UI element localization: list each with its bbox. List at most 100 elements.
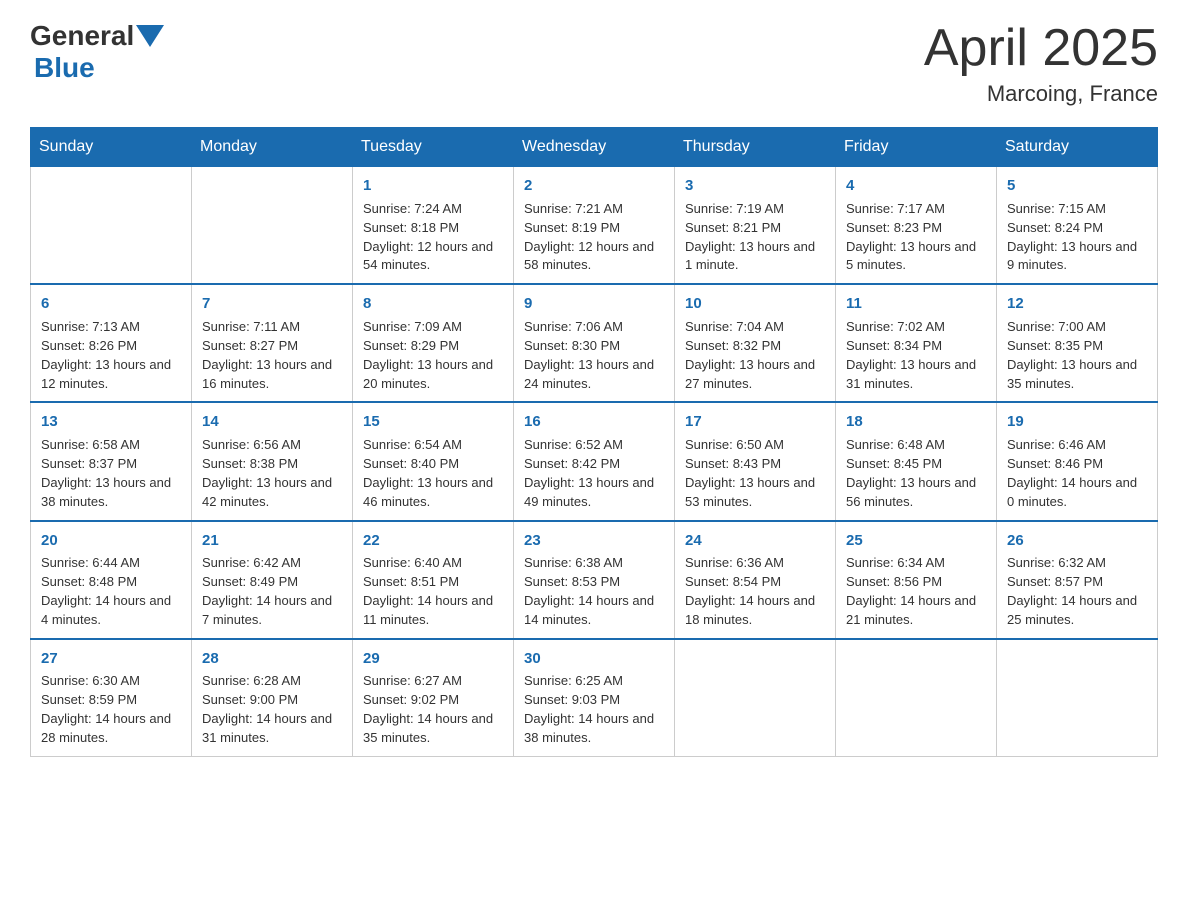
- calendar-cell-w2-d5: 10Sunrise: 7:04 AMSunset: 8:32 PMDayligh…: [675, 284, 836, 402]
- day-number: 15: [363, 411, 503, 433]
- day-info: Sunrise: 7:13 AMSunset: 8:26 PMDaylight:…: [41, 318, 181, 393]
- logo-triangle-icon: [136, 25, 164, 47]
- calendar-cell-w1-d1: [31, 167, 192, 285]
- calendar-cell-w4-d4: 23Sunrise: 6:38 AMSunset: 8:53 PMDayligh…: [514, 521, 675, 639]
- col-header-wednesday: Wednesday: [514, 128, 675, 167]
- col-header-monday: Monday: [192, 128, 353, 167]
- day-info: Sunrise: 6:34 AMSunset: 8:56 PMDaylight:…: [846, 554, 986, 629]
- day-number: 19: [1007, 411, 1147, 433]
- calendar-cell-w2-d6: 11 Sunrise: 7:02 AMSunset: 8:34 PMDayligh…: [836, 284, 997, 402]
- day-number: 9: [524, 293, 664, 315]
- day-info: Sunrise: 6:56 AMSunset: 8:38 PMDaylight:…: [202, 436, 342, 511]
- month-year-title: April 2025: [924, 20, 1158, 77]
- day-number: 30: [524, 648, 664, 670]
- logo-general-text: General: [30, 20, 134, 52]
- calendar-header-row: Sunday Monday Tuesday Wednesday Thursday…: [31, 128, 1158, 167]
- day-info: Sunrise: 7:19 AMSunset: 8:21 PMDaylight:…: [685, 200, 825, 275]
- calendar-cell-w3-d2: 14 Sunrise: 6:56 AMSunset: 8:38 PMDayligh…: [192, 402, 353, 520]
- calendar-cell-w5-d1: 27Sunrise: 6:30 AMSunset: 8:59 PMDayligh…: [31, 639, 192, 757]
- day-info: Sunrise: 7:09 AMSunset: 8:29 PMDaylight:…: [363, 318, 503, 393]
- calendar-cell-w3-d7: 19 Sunrise: 6:46 AMSunset: 8:46 PMDayligh…: [997, 402, 1158, 520]
- calendar-cell-w2-d3: 8 Sunrise: 7:09 AMSunset: 8:29 PMDaylight…: [353, 284, 514, 402]
- day-number: 23: [524, 530, 664, 552]
- day-number: 20: [41, 530, 181, 552]
- day-number: 11: [846, 293, 986, 315]
- day-number: 12: [1007, 293, 1147, 315]
- calendar-cell-w4-d7: 26Sunrise: 6:32 AMSunset: 8:57 PMDayligh…: [997, 521, 1158, 639]
- day-number: 8: [363, 293, 503, 315]
- calendar-cell-w4-d1: 20Sunrise: 6:44 AMSunset: 8:48 PMDayligh…: [31, 521, 192, 639]
- day-number: 1: [363, 175, 503, 197]
- day-number: 24: [685, 530, 825, 552]
- col-header-tuesday: Tuesday: [353, 128, 514, 167]
- calendar-cell-w1-d2: [192, 167, 353, 285]
- calendar-cell-w3-d1: 13 Sunrise: 6:58 AMSunset: 8:37 PMDayligh…: [31, 402, 192, 520]
- day-info: Sunrise: 7:06 AMSunset: 8:30 PMDaylight:…: [524, 318, 664, 393]
- day-info: Sunrise: 6:30 AMSunset: 8:59 PMDaylight:…: [41, 672, 181, 747]
- day-info: Sunrise: 6:46 AMSunset: 8:46 PMDaylight:…: [1007, 436, 1147, 511]
- logo: General Blue: [30, 20, 166, 84]
- day-info: Sunrise: 6:38 AMSunset: 8:53 PMDaylight:…: [524, 554, 664, 629]
- day-number: 28: [202, 648, 342, 670]
- calendar-cell-w1-d5: 3 Sunrise: 7:19 AMSunset: 8:21 PMDaylight…: [675, 167, 836, 285]
- col-header-thursday: Thursday: [675, 128, 836, 167]
- calendar-cell-w5-d7: [997, 639, 1158, 757]
- day-number: 6: [41, 293, 181, 315]
- day-number: 26: [1007, 530, 1147, 552]
- day-number: 29: [363, 648, 503, 670]
- day-info: Sunrise: 6:58 AMSunset: 8:37 PMDaylight:…: [41, 436, 181, 511]
- col-header-friday: Friday: [836, 128, 997, 167]
- day-info: Sunrise: 6:48 AMSunset: 8:45 PMDaylight:…: [846, 436, 986, 511]
- calendar-cell-w3-d6: 18 Sunrise: 6:48 AMSunset: 8:45 PMDayligh…: [836, 402, 997, 520]
- day-number: 14: [202, 411, 342, 433]
- calendar-cell-w3-d4: 16 Sunrise: 6:52 AMSunset: 8:42 PMDayligh…: [514, 402, 675, 520]
- day-info: Sunrise: 7:02 AMSunset: 8:34 PMDaylight:…: [846, 318, 986, 393]
- day-info: Sunrise: 7:17 AMSunset: 8:23 PMDaylight:…: [846, 200, 986, 275]
- calendar-cell-w4-d6: 25Sunrise: 6:34 AMSunset: 8:56 PMDayligh…: [836, 521, 997, 639]
- col-header-saturday: Saturday: [997, 128, 1158, 167]
- day-number: 22: [363, 530, 503, 552]
- calendar-cell-w3-d5: 17 Sunrise: 6:50 AMSunset: 8:43 PMDayligh…: [675, 402, 836, 520]
- calendar-cell-w5-d2: 28Sunrise: 6:28 AMSunset: 9:00 PMDayligh…: [192, 639, 353, 757]
- calendar-week-2: 6 Sunrise: 7:13 AMSunset: 8:26 PMDaylight…: [31, 284, 1158, 402]
- day-info: Sunrise: 6:36 AMSunset: 8:54 PMDaylight:…: [685, 554, 825, 629]
- day-number: 16: [524, 411, 664, 433]
- calendar-cell-w4-d5: 24Sunrise: 6:36 AMSunset: 8:54 PMDayligh…: [675, 521, 836, 639]
- calendar-cell-w3-d3: 15Sunrise: 6:54 AMSunset: 8:40 PMDayligh…: [353, 402, 514, 520]
- day-info: Sunrise: 6:28 AMSunset: 9:00 PMDaylight:…: [202, 672, 342, 747]
- calendar-week-3: 13 Sunrise: 6:58 AMSunset: 8:37 PMDayligh…: [31, 402, 1158, 520]
- day-info: Sunrise: 6:52 AMSunset: 8:42 PMDaylight:…: [524, 436, 664, 511]
- calendar-cell-w4-d2: 21Sunrise: 6:42 AMSunset: 8:49 PMDayligh…: [192, 521, 353, 639]
- day-number: 10: [685, 293, 825, 315]
- calendar-week-1: 1 Sunrise: 7:24 AMSunset: 8:18 PMDaylight…: [31, 167, 1158, 285]
- day-info: Sunrise: 6:32 AMSunset: 8:57 PMDaylight:…: [1007, 554, 1147, 629]
- calendar-cell-w5-d6: [836, 639, 997, 757]
- calendar-week-4: 20Sunrise: 6:44 AMSunset: 8:48 PMDayligh…: [31, 521, 1158, 639]
- day-number: 17: [685, 411, 825, 433]
- location-subtitle: Marcoing, France: [924, 81, 1158, 107]
- day-info: Sunrise: 7:15 AMSunset: 8:24 PMDaylight:…: [1007, 200, 1147, 275]
- day-number: 5: [1007, 175, 1147, 197]
- calendar-cell-w1-d7: 5 Sunrise: 7:15 AMSunset: 8:24 PMDaylight…: [997, 167, 1158, 285]
- day-number: 27: [41, 648, 181, 670]
- day-info: Sunrise: 6:44 AMSunset: 8:48 PMDaylight:…: [41, 554, 181, 629]
- day-number: 3: [685, 175, 825, 197]
- day-info: Sunrise: 7:00 AMSunset: 8:35 PMDaylight:…: [1007, 318, 1147, 393]
- day-info: Sunrise: 6:27 AMSunset: 9:02 PMDaylight:…: [363, 672, 503, 747]
- day-info: Sunrise: 6:42 AMSunset: 8:49 PMDaylight:…: [202, 554, 342, 629]
- day-info: Sunrise: 7:11 AMSunset: 8:27 PMDaylight:…: [202, 318, 342, 393]
- day-info: Sunrise: 7:24 AMSunset: 8:18 PMDaylight:…: [363, 200, 503, 275]
- calendar-cell-w2-d1: 6 Sunrise: 7:13 AMSunset: 8:26 PMDaylight…: [31, 284, 192, 402]
- day-number: 21: [202, 530, 342, 552]
- day-number: 18: [846, 411, 986, 433]
- calendar-cell-w1-d4: 2 Sunrise: 7:21 AMSunset: 8:19 PMDaylight…: [514, 167, 675, 285]
- calendar-cell-w5-d4: 30Sunrise: 6:25 AMSunset: 9:03 PMDayligh…: [514, 639, 675, 757]
- day-number: 13: [41, 411, 181, 433]
- title-section: April 2025 Marcoing, France: [924, 20, 1158, 107]
- calendar-cell-w2-d2: 7Sunrise: 7:11 AMSunset: 8:27 PMDaylight…: [192, 284, 353, 402]
- day-info: Sunrise: 7:21 AMSunset: 8:19 PMDaylight:…: [524, 200, 664, 275]
- day-info: Sunrise: 6:50 AMSunset: 8:43 PMDaylight:…: [685, 436, 825, 511]
- calendar-cell-w1-d3: 1 Sunrise: 7:24 AMSunset: 8:18 PMDaylight…: [353, 167, 514, 285]
- calendar-table: Sunday Monday Tuesday Wednesday Thursday…: [30, 127, 1158, 757]
- day-number: 2: [524, 175, 664, 197]
